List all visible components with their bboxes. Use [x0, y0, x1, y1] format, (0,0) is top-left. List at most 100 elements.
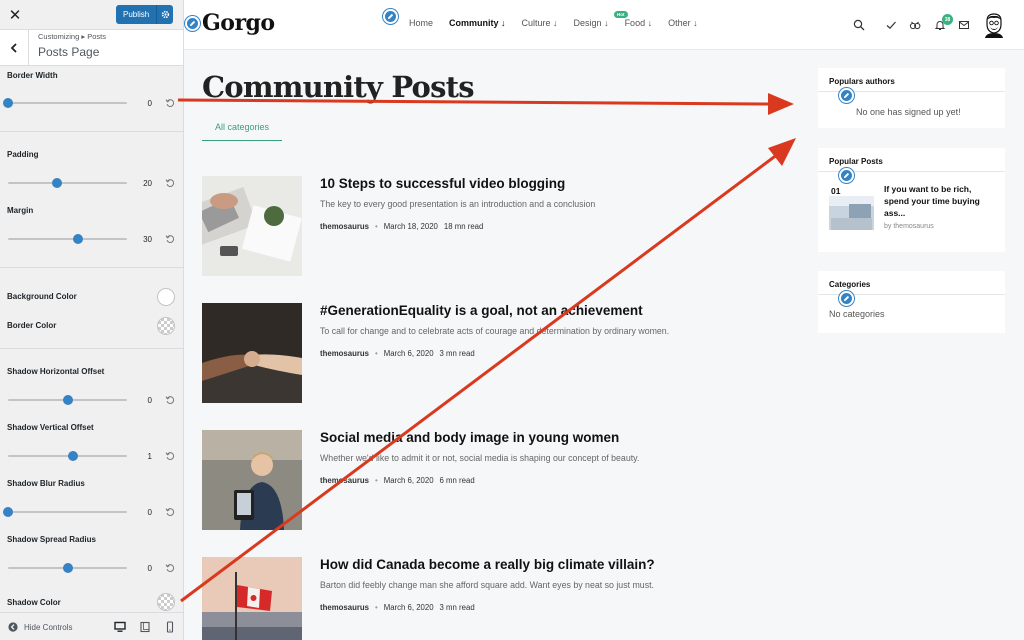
- post-excerpt: Whether we'd like to admit it or not, so…: [320, 453, 640, 463]
- reset-icon[interactable]: [165, 234, 175, 244]
- widget-empty-text: No categories: [829, 309, 885, 319]
- search-icon[interactable]: [853, 19, 865, 31]
- divider: [0, 131, 183, 132]
- post-card[interactable]: How did Canada become a really big clima…: [202, 557, 802, 640]
- widget-title: Populars authors: [829, 77, 895, 86]
- post-read-time: 6 mn read: [439, 476, 475, 485]
- slider-value[interactable]: 0: [130, 508, 152, 517]
- slider-value[interactable]: 1: [130, 452, 152, 461]
- hot-badge: Hot: [614, 11, 628, 18]
- post-card[interactable]: 10 Steps to successful video blogging Th…: [202, 176, 802, 276]
- slider-knob[interactable]: [73, 234, 84, 244]
- slider-value[interactable]: 30: [130, 235, 152, 244]
- nav-item-culture[interactable]: Culture ↓: [522, 18, 558, 28]
- check-icon[interactable]: [885, 19, 897, 31]
- post-title[interactable]: #GenerationEquality is a goal, not an ac…: [320, 303, 643, 318]
- tablet-preview-icon[interactable]: [139, 621, 151, 633]
- mobile-preview-icon[interactable]: [164, 621, 176, 633]
- divider: [0, 267, 183, 268]
- widget-popular-authors: Populars authors No one has signed up ye…: [818, 68, 1005, 128]
- edit-shortcut-icon[interactable]: [383, 9, 398, 24]
- reset-icon[interactable]: [165, 507, 175, 517]
- widget-title: Categories: [829, 280, 871, 289]
- slider-knob[interactable]: [3, 507, 13, 517]
- slider-value[interactable]: 0: [130, 564, 152, 573]
- customizer-sidebar: ✕ Publish Customizing ▸ Posts Posts Page…: [0, 0, 184, 640]
- hide-controls-button[interactable]: Hide Controls: [8, 622, 72, 632]
- reset-icon[interactable]: [165, 98, 175, 108]
- slider-knob[interactable]: [51, 178, 62, 188]
- slider-value[interactable]: 0: [130, 396, 152, 405]
- edit-shortcut-icon[interactable]: [185, 16, 200, 31]
- meta-dot: •: [374, 222, 378, 231]
- post-title[interactable]: Social media and body image in young wom…: [320, 430, 619, 445]
- post-excerpt: Barton did feebly change man she afford …: [320, 580, 654, 590]
- notification-badge: 38: [942, 14, 953, 25]
- color-swatch[interactable]: [157, 317, 175, 335]
- post-card[interactable]: Social media and body image in young wom…: [202, 430, 802, 530]
- slider-track[interactable]: [8, 563, 127, 573]
- post-author[interactable]: themosaurus: [320, 222, 369, 231]
- nav-item-design[interactable]: Design ↓: [574, 18, 609, 28]
- slider-knob[interactable]: [3, 98, 13, 108]
- post-card[interactable]: #GenerationEquality is a goal, not an ac…: [202, 303, 802, 403]
- color-swatch[interactable]: [157, 593, 175, 611]
- post-author[interactable]: themosaurus: [320, 603, 369, 612]
- control-shadow-color: Shadow Color: [0, 590, 183, 612]
- slider-track[interactable]: [3, 98, 127, 108]
- slider-value[interactable]: 20: [130, 179, 152, 188]
- post-date: March 18, 2020: [383, 222, 438, 231]
- slider-value[interactable]: 0: [130, 99, 152, 108]
- post-author[interactable]: themosaurus: [320, 476, 369, 485]
- reset-icon[interactable]: [165, 178, 175, 188]
- slider-track[interactable]: [8, 451, 127, 461]
- post-author[interactable]: themosaurus: [320, 349, 369, 358]
- close-icon[interactable]: ✕: [0, 0, 30, 30]
- post-date: March 6, 2020: [383, 349, 434, 358]
- post-thumbnail[interactable]: [202, 430, 302, 530]
- mail-icon[interactable]: [958, 19, 970, 31]
- slider-track[interactable]: [3, 507, 127, 517]
- post-thumbnail[interactable]: [202, 303, 302, 403]
- post-title[interactable]: How did Canada become a really big clima…: [320, 557, 655, 572]
- widget-categories: Categories No categories: [818, 271, 1005, 333]
- reset-icon[interactable]: [165, 563, 175, 573]
- post-title[interactable]: 10 Steps to successful video blogging: [320, 176, 565, 191]
- popular-post-thumbnail[interactable]: [829, 196, 874, 230]
- site-preview: Gorgo Home Community ↓ Culture ↓ Design …: [184, 0, 1024, 640]
- nav-item-other[interactable]: Other ↓: [668, 18, 698, 28]
- reset-icon[interactable]: [165, 451, 175, 461]
- friends-icon[interactable]: [909, 19, 921, 31]
- post-thumbnail[interactable]: [202, 176, 302, 276]
- edit-shortcut-icon[interactable]: [839, 88, 854, 103]
- site-logo[interactable]: Gorgo: [202, 10, 275, 36]
- edit-shortcut-icon[interactable]: [839, 291, 854, 306]
- desktop-preview-icon[interactable]: [114, 621, 126, 633]
- slider-track[interactable]: [8, 395, 127, 405]
- popular-post-byline: by themosaurus: [884, 223, 934, 230]
- color-swatch[interactable]: [157, 288, 175, 306]
- popular-post-title[interactable]: If you want to be rich, spend your time …: [884, 184, 996, 220]
- nav-item-community[interactable]: Community ↓: [449, 18, 506, 28]
- back-button[interactable]: [0, 30, 29, 66]
- slider-knob[interactable]: [68, 451, 79, 461]
- nav-item-home[interactable]: Home: [409, 18, 433, 28]
- post-meta: themosaurus • March 18, 2020 18 mn read: [320, 222, 483, 231]
- gear-icon[interactable]: [156, 5, 173, 24]
- nav-item-food[interactable]: Food ↓: [625, 18, 653, 28]
- publish-button[interactable]: Publish: [116, 5, 173, 24]
- user-avatar[interactable]: [982, 12, 1006, 38]
- edit-shortcut-icon[interactable]: [839, 168, 854, 183]
- control-label: Background Color: [7, 292, 77, 301]
- page-title: Community Posts: [202, 70, 475, 104]
- slider-knob[interactable]: [62, 395, 73, 405]
- slider-knob[interactable]: [62, 563, 73, 573]
- post-date: March 6, 2020: [383, 603, 434, 612]
- tab-all-categories[interactable]: All categories: [202, 113, 282, 141]
- hide-controls-label: Hide Controls: [24, 622, 73, 632]
- post-thumbnail[interactable]: [202, 557, 302, 640]
- meta-dot: •: [374, 603, 378, 612]
- reset-icon[interactable]: [165, 395, 175, 405]
- slider-track[interactable]: [8, 234, 127, 244]
- slider-track[interactable]: [8, 178, 127, 188]
